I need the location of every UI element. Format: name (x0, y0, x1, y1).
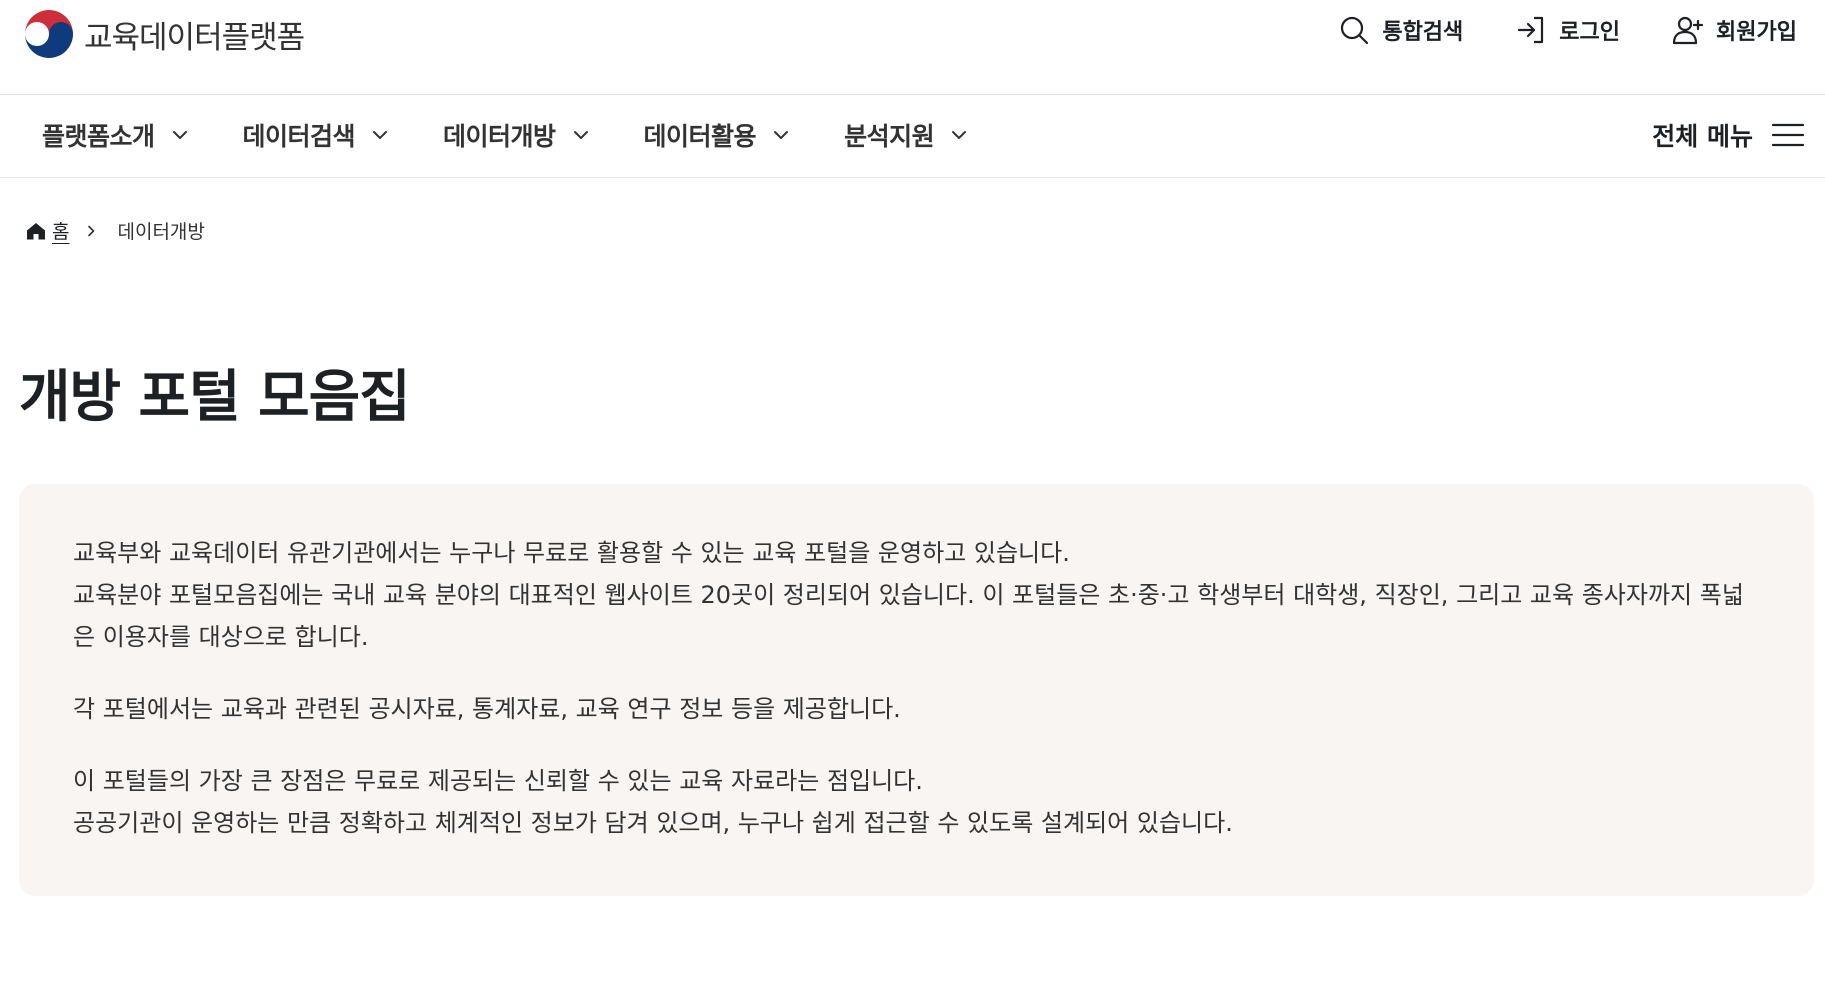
chevron-down-icon (573, 131, 588, 139)
gnb-item-data-use[interactable]: 데이터활용 (644, 117, 791, 153)
all-menu-label: 전체 메뉴 (1652, 122, 1753, 151)
gnb-item-label: 데이터활용 (643, 122, 757, 151)
signup-button[interactable]: 회원가입 (1672, 14, 1797, 46)
user-plus-icon (1672, 16, 1704, 45)
gnb-item-label: 데이터검색 (242, 122, 356, 151)
signup-label: 회원가입 (1716, 20, 1797, 45)
logo-text: 교육데이터플랫폼 (84, 19, 305, 56)
main-navigation: 플랫폼소개 데이터검색 데이터개방 데이터활용 분석지원 전체 메뉴 (0, 95, 1825, 178)
login-button[interactable]: 로그인 (1515, 14, 1620, 46)
gnb-item-label: 분석지원 (844, 122, 935, 151)
login-icon (1518, 16, 1544, 44)
chevron-down-icon (172, 131, 187, 139)
intro-line: 교육분야 포털모음집에는 국내 교육 분야의 대표적인 웹사이트 20곳이 정리… (73, 581, 1744, 651)
search-icon (1341, 16, 1369, 45)
gnb-item-label: 플랫폼소개 (42, 122, 155, 151)
chevron-right-icon (85, 225, 97, 237)
intro-line: 공공기관이 운영하는 만큼 정확하고 체계적인 정보가 담겨 있으며, 누구나 … (73, 809, 1233, 837)
integrated-search-button[interactable]: 통합검색 (1338, 14, 1463, 46)
breadcrumb: 홈 데이터개방 (26, 217, 205, 244)
intro-paragraph: 교육부와 교육데이터 유관기관에서는 누구나 무료로 활용할 수 있는 교육 포… (73, 532, 1760, 658)
integrated-search-label: 통합검색 (1382, 20, 1464, 45)
taegeuk-logo-icon (22, 7, 76, 61)
gnb-menu-list: 플랫폼소개 데이터검색 데이터개방 데이터활용 분석지원 (42, 117, 1022, 153)
intro-paragraph: 각 포털에서는 교육과 관련된 공시자료, 통계자료, 교육 연구 정보 등을 … (73, 688, 1760, 730)
login-label: 로그인 (1559, 20, 1621, 45)
chevron-down-icon (952, 131, 967, 139)
intro-line: 교육부와 교육데이터 유관기관에서는 누구나 무료로 활용할 수 있는 교육 포… (73, 539, 1070, 567)
gnb-item-data-search[interactable]: 데이터검색 (243, 117, 390, 153)
gnb-item-data-open[interactable]: 데이터개방 (443, 117, 590, 153)
hamburger-icon (1771, 123, 1805, 147)
gnb-item-platform-intro[interactable]: 플랫폼소개 (42, 117, 189, 153)
page-title: 개방 포털 모음집 (19, 365, 411, 430)
all-menu-button[interactable]: 전체 메뉴 (1652, 117, 1805, 153)
chevron-down-icon (373, 131, 388, 139)
top-header: 교육데이터플랫폼 통합검색 로그인 회원가입 (0, 0, 1825, 95)
chevron-down-icon (774, 131, 789, 139)
intro-line: 각 포털에서는 교육과 관련된 공시자료, 통계자료, 교육 연구 정보 등을 … (73, 695, 901, 723)
home-icon (27, 222, 45, 239)
intro-paragraph: 이 포털들의 가장 큰 장점은 무료로 제공되는 신뢰할 수 있는 교육 자료라… (73, 760, 1760, 844)
intro-line: 이 포털들의 가장 큰 장점은 무료로 제공되는 신뢰할 수 있는 교육 자료라… (73, 767, 923, 795)
utility-menu: 통합검색 로그인 회원가입 (1286, 14, 1797, 46)
breadcrumb-home-link[interactable]: 홈 (26, 217, 69, 244)
intro-box: 교육부와 교육데이터 유관기관에서는 누구나 무료로 활용할 수 있는 교육 포… (19, 484, 1814, 896)
gnb-item-label: 데이터개방 (443, 122, 556, 151)
breadcrumb-home-label: 홈 (52, 221, 70, 243)
gnb-item-analysis-support[interactable]: 분석지원 (844, 117, 968, 153)
breadcrumb-current: 데이터개방 (117, 221, 205, 243)
site-logo[interactable]: 교육데이터플랫폼 (21, 6, 305, 62)
